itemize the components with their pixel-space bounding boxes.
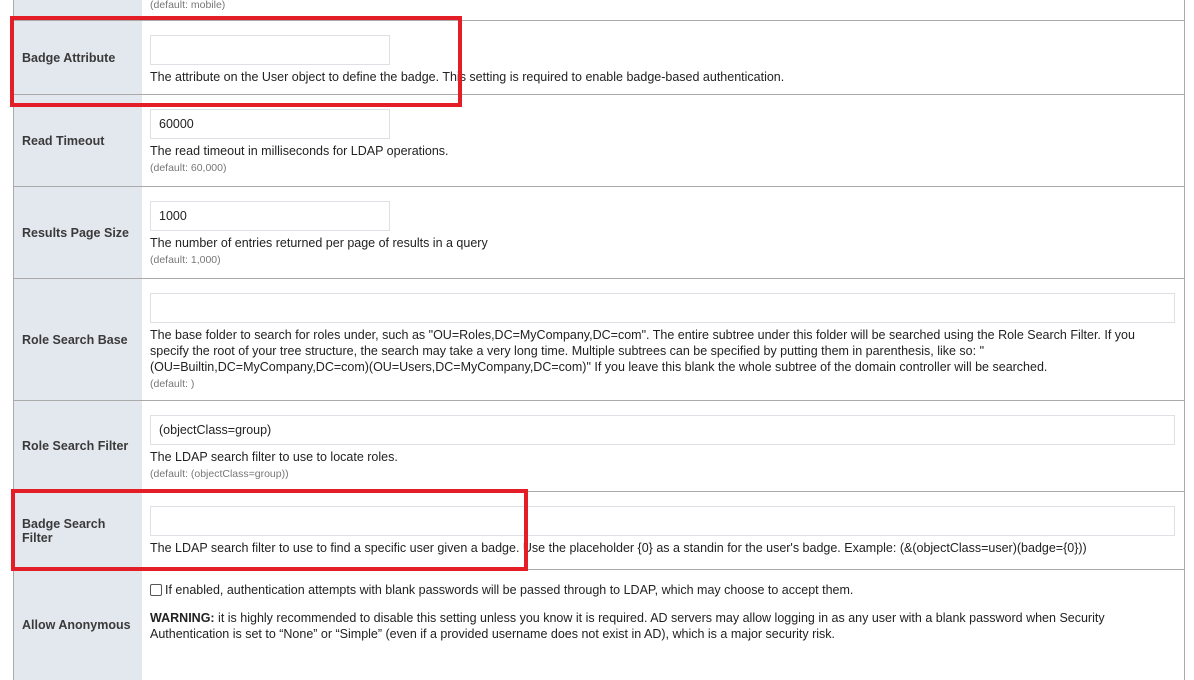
settings-row-results-page-size: Results Page Size The number of entries … [14, 187, 1184, 279]
allow-anonymous-checkbox[interactable] [150, 584, 162, 596]
row-label [14, 0, 142, 20]
settings-row-allow-anonymous: Allow Anonymous If enabled, authenticati… [14, 570, 1184, 680]
description: The number of entries returned per page … [150, 236, 488, 250]
description: The attribute on the User object to defi… [150, 70, 785, 84]
row-label: Badge Attribute [14, 21, 142, 94]
default-text: (default: (objectClass=group)) [150, 468, 289, 480]
row-label: Read Timeout [14, 95, 142, 186]
role-search-filter-input[interactable] [150, 415, 1175, 445]
default-text: (default: 1,000) [150, 254, 221, 266]
default-text: (default: 60,000) [150, 162, 227, 174]
row-label: Role Search Base [14, 279, 142, 400]
settings-row-read-timeout: Read Timeout The read timeout in millise… [14, 95, 1184, 187]
checkbox-label: If enabled, authentication attempts with… [165, 583, 854, 597]
row-label: Badge Search Filter [14, 492, 142, 569]
default-text: (default: mobile) [150, 0, 226, 11]
read-timeout-input[interactable] [150, 109, 390, 139]
description: The base folder to search for roles unde… [150, 328, 1135, 374]
settings-row-role-search-base: Role Search Base The base folder to sear… [14, 279, 1184, 401]
settings-row-badge-search-filter: Badge Search Filter The LDAP search filt… [14, 492, 1184, 570]
warning-label: WARNING: [150, 611, 215, 625]
description: The LDAP search filter to use to locate … [150, 450, 398, 464]
badge-search-filter-input[interactable] [150, 506, 1175, 536]
settings-table: (default: mobile) Badge Attribute The at… [13, 0, 1185, 680]
default-text: (default: ) [150, 378, 195, 390]
row-label: Results Page Size [14, 187, 142, 278]
warning-text: it is highly recommended to disable this… [150, 611, 1105, 641]
row-label: Allow Anonymous [14, 570, 142, 680]
description: The read timeout in milliseconds for LDA… [150, 144, 449, 158]
settings-row-badge-attribute: Badge Attribute The attribute on the Use… [14, 21, 1184, 95]
role-search-base-input[interactable] [150, 293, 1175, 323]
badge-attribute-input[interactable] [150, 35, 390, 65]
settings-row-previous: (default: mobile) [14, 0, 1184, 21]
description: The LDAP search filter to use to find a … [150, 541, 1087, 555]
results-page-size-input[interactable] [150, 201, 390, 231]
row-label: Role Search Filter [14, 401, 142, 491]
settings-row-role-search-filter: Role Search Filter The LDAP search filte… [14, 401, 1184, 492]
